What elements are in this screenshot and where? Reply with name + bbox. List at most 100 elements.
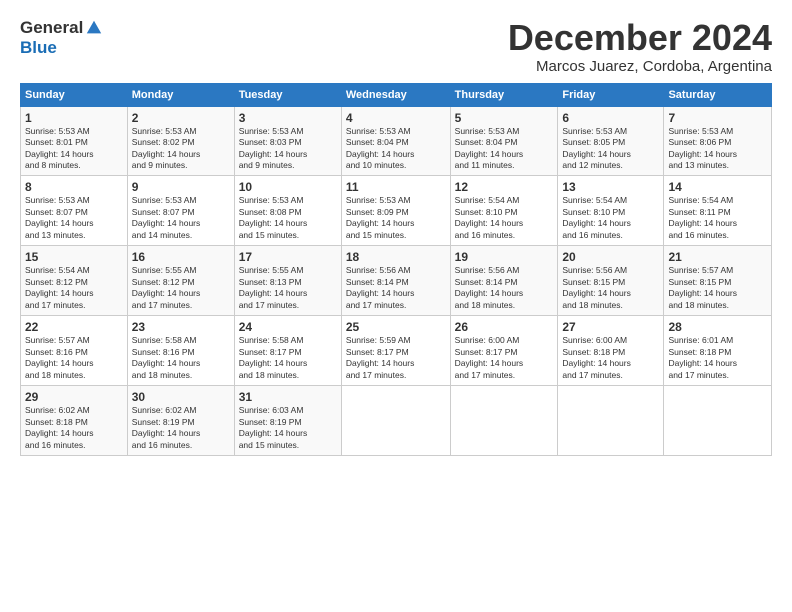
day-info: Sunrise: 5:53 AM Sunset: 8:02 PM Dayligh… (132, 126, 230, 172)
page: General Blue December 2024 Marcos Juarez… (0, 0, 792, 612)
calendar-cell: 2Sunrise: 5:53 AM Sunset: 8:02 PM Daylig… (127, 106, 234, 176)
day-info: Sunrise: 5:53 AM Sunset: 8:06 PM Dayligh… (668, 126, 767, 172)
day-info: Sunrise: 6:03 AM Sunset: 8:19 PM Dayligh… (239, 405, 337, 451)
calendar-cell: 27Sunrise: 6:00 AM Sunset: 8:18 PM Dayli… (558, 316, 664, 386)
day-number: 12 (455, 180, 554, 194)
calendar-header: SundayMondayTuesdayWednesdayThursdayFrid… (21, 83, 772, 106)
day-number: 29 (25, 390, 123, 404)
header-cell-monday: Monday (127, 83, 234, 106)
day-number: 3 (239, 111, 337, 125)
calendar-cell: 20Sunrise: 5:56 AM Sunset: 8:15 PM Dayli… (558, 246, 664, 316)
day-info: Sunrise: 5:53 AM Sunset: 8:04 PM Dayligh… (455, 126, 554, 172)
day-number: 11 (346, 180, 446, 194)
day-info: Sunrise: 5:53 AM Sunset: 8:05 PM Dayligh… (562, 126, 659, 172)
day-info: Sunrise: 5:59 AM Sunset: 8:17 PM Dayligh… (346, 335, 446, 381)
calendar-cell: 5Sunrise: 5:53 AM Sunset: 8:04 PM Daylig… (450, 106, 558, 176)
calendar-row-1: 1Sunrise: 5:53 AM Sunset: 8:01 PM Daylig… (21, 106, 772, 176)
calendar-cell: 23Sunrise: 5:58 AM Sunset: 8:16 PM Dayli… (127, 316, 234, 386)
day-info: Sunrise: 5:53 AM Sunset: 8:01 PM Dayligh… (25, 126, 123, 172)
calendar-cell: 14Sunrise: 5:54 AM Sunset: 8:11 PM Dayli… (664, 176, 772, 246)
day-number: 4 (346, 111, 446, 125)
header-cell-tuesday: Tuesday (234, 83, 341, 106)
day-number: 27 (562, 320, 659, 334)
header-cell-sunday: Sunday (21, 83, 128, 106)
calendar-body: 1Sunrise: 5:53 AM Sunset: 8:01 PM Daylig… (21, 106, 772, 455)
calendar-row-2: 8 Sunrise: 5:53 AM Sunset: 8:07 PM Daylig… (21, 176, 772, 246)
logo-icon (85, 19, 103, 37)
day-info: Sunrise: 6:00 AM Sunset: 8:17 PM Dayligh… (455, 335, 554, 381)
title-area: December 2024 Marcos Juarez, Cordoba, Ar… (508, 18, 772, 75)
day-info: Sunrise: 5:54 AM Sunset: 8:12 PM Dayligh… (25, 265, 123, 311)
day-info: Sunrise: 5:55 AM Sunset: 8:13 PM Dayligh… (239, 265, 337, 311)
day-info: Sunrise: 5:56 AM Sunset: 8:15 PM Dayligh… (562, 265, 659, 311)
header-cell-saturday: Saturday (664, 83, 772, 106)
day-info: Sunrise: 6:02 AM Sunset: 8:18 PM Dayligh… (25, 405, 123, 451)
day-info: Sunrise: 6:01 AM Sunset: 8:18 PM Dayligh… (668, 335, 767, 381)
day-number: 25 (346, 320, 446, 334)
day-number: 23 (132, 320, 230, 334)
day-number: 20 (562, 250, 659, 264)
day-number: 22 (25, 320, 123, 334)
day-number: 26 (455, 320, 554, 334)
day-info: Sunrise: 5:58 AM Sunset: 8:17 PM Dayligh… (239, 335, 337, 381)
day-info: Sunrise: 5:57 AM Sunset: 8:15 PM Dayligh… (668, 265, 767, 311)
day-info: Sunrise: 5:53 AM Sunset: 8:07 PM Dayligh… (132, 195, 230, 241)
day-info: Sunrise: 6:02 AM Sunset: 8:19 PM Dayligh… (132, 405, 230, 451)
day-info: Sunrise: 5:53 AM Sunset: 8:03 PM Dayligh… (239, 126, 337, 172)
day-number: 18 (346, 250, 446, 264)
calendar-cell: 9Sunrise: 5:53 AM Sunset: 8:07 PM Daylig… (127, 176, 234, 246)
calendar-row-5: 29Sunrise: 6:02 AM Sunset: 8:18 PM Dayli… (21, 386, 772, 456)
day-number: 14 (668, 180, 767, 194)
calendar-cell: 6Sunrise: 5:53 AM Sunset: 8:05 PM Daylig… (558, 106, 664, 176)
day-info: Sunrise: 5:57 AM Sunset: 8:16 PM Dayligh… (25, 335, 123, 381)
day-number: 5 (455, 111, 554, 125)
day-number: 19 (455, 250, 554, 264)
logo-general-text: General (20, 18, 83, 38)
day-number: 28 (668, 320, 767, 334)
logo-blue-text: Blue (20, 38, 57, 58)
day-info: Sunrise: 6:00 AM Sunset: 8:18 PM Dayligh… (562, 335, 659, 381)
calendar-cell (450, 386, 558, 456)
day-number: 10 (239, 180, 337, 194)
calendar-cell: 11Sunrise: 5:53 AM Sunset: 8:09 PM Dayli… (341, 176, 450, 246)
day-number: 16 (132, 250, 230, 264)
calendar-cell: 21Sunrise: 5:57 AM Sunset: 8:15 PM Dayli… (664, 246, 772, 316)
day-info: Sunrise: 5:54 AM Sunset: 8:11 PM Dayligh… (668, 195, 767, 241)
calendar-cell: 31Sunrise: 6:03 AM Sunset: 8:19 PM Dayli… (234, 386, 341, 456)
calendar-cell: 13Sunrise: 5:54 AM Sunset: 8:10 PM Dayli… (558, 176, 664, 246)
calendar-cell: 1Sunrise: 5:53 AM Sunset: 8:01 PM Daylig… (21, 106, 128, 176)
day-number: 24 (239, 320, 337, 334)
day-info: Sunrise: 5:58 AM Sunset: 8:16 PM Dayligh… (132, 335, 230, 381)
header-cell-friday: Friday (558, 83, 664, 106)
location-title: Marcos Juarez, Cordoba, Argentina (508, 58, 772, 75)
calendar-table: SundayMondayTuesdayWednesdayThursdayFrid… (20, 83, 772, 456)
day-number: 31 (239, 390, 337, 404)
day-number: 1 (25, 111, 123, 125)
calendar-cell: 12Sunrise: 5:54 AM Sunset: 8:10 PM Dayli… (450, 176, 558, 246)
day-info: Sunrise: 5:53 AM Sunset: 8:08 PM Dayligh… (239, 195, 337, 241)
calendar-cell: 16Sunrise: 5:55 AM Sunset: 8:12 PM Dayli… (127, 246, 234, 316)
header-cell-thursday: Thursday (450, 83, 558, 106)
calendar-cell: 4Sunrise: 5:53 AM Sunset: 8:04 PM Daylig… (341, 106, 450, 176)
day-number: 8 (25, 180, 123, 194)
calendar-cell: 28Sunrise: 6:01 AM Sunset: 8:18 PM Dayli… (664, 316, 772, 386)
day-number: 15 (25, 250, 123, 264)
calendar-cell: 25Sunrise: 5:59 AM Sunset: 8:17 PM Dayli… (341, 316, 450, 386)
header: General Blue December 2024 Marcos Juarez… (20, 18, 772, 75)
calendar-cell: 7Sunrise: 5:53 AM Sunset: 8:06 PM Daylig… (664, 106, 772, 176)
calendar-cell: 10Sunrise: 5:53 AM Sunset: 8:08 PM Dayli… (234, 176, 341, 246)
day-info: Sunrise: 5:54 AM Sunset: 8:10 PM Dayligh… (455, 195, 554, 241)
day-info: Sunrise: 5:54 AM Sunset: 8:10 PM Dayligh… (562, 195, 659, 241)
calendar-cell: 3Sunrise: 5:53 AM Sunset: 8:03 PM Daylig… (234, 106, 341, 176)
day-info: Sunrise: 5:56 AM Sunset: 8:14 PM Dayligh… (455, 265, 554, 311)
calendar-cell: 18Sunrise: 5:56 AM Sunset: 8:14 PM Dayli… (341, 246, 450, 316)
calendar-row-4: 22Sunrise: 5:57 AM Sunset: 8:16 PM Dayli… (21, 316, 772, 386)
day-number: 30 (132, 390, 230, 404)
calendar-cell: 30Sunrise: 6:02 AM Sunset: 8:19 PM Dayli… (127, 386, 234, 456)
day-info: Sunrise: 5:53 AM Sunset: 8:04 PM Dayligh… (346, 126, 446, 172)
day-info: Sunrise: 5:53 AM Sunset: 8:09 PM Dayligh… (346, 195, 446, 241)
header-cell-wednesday: Wednesday (341, 83, 450, 106)
calendar-row-3: 15Sunrise: 5:54 AM Sunset: 8:12 PM Dayli… (21, 246, 772, 316)
day-number: 7 (668, 111, 767, 125)
calendar-cell: 26Sunrise: 6:00 AM Sunset: 8:17 PM Dayli… (450, 316, 558, 386)
